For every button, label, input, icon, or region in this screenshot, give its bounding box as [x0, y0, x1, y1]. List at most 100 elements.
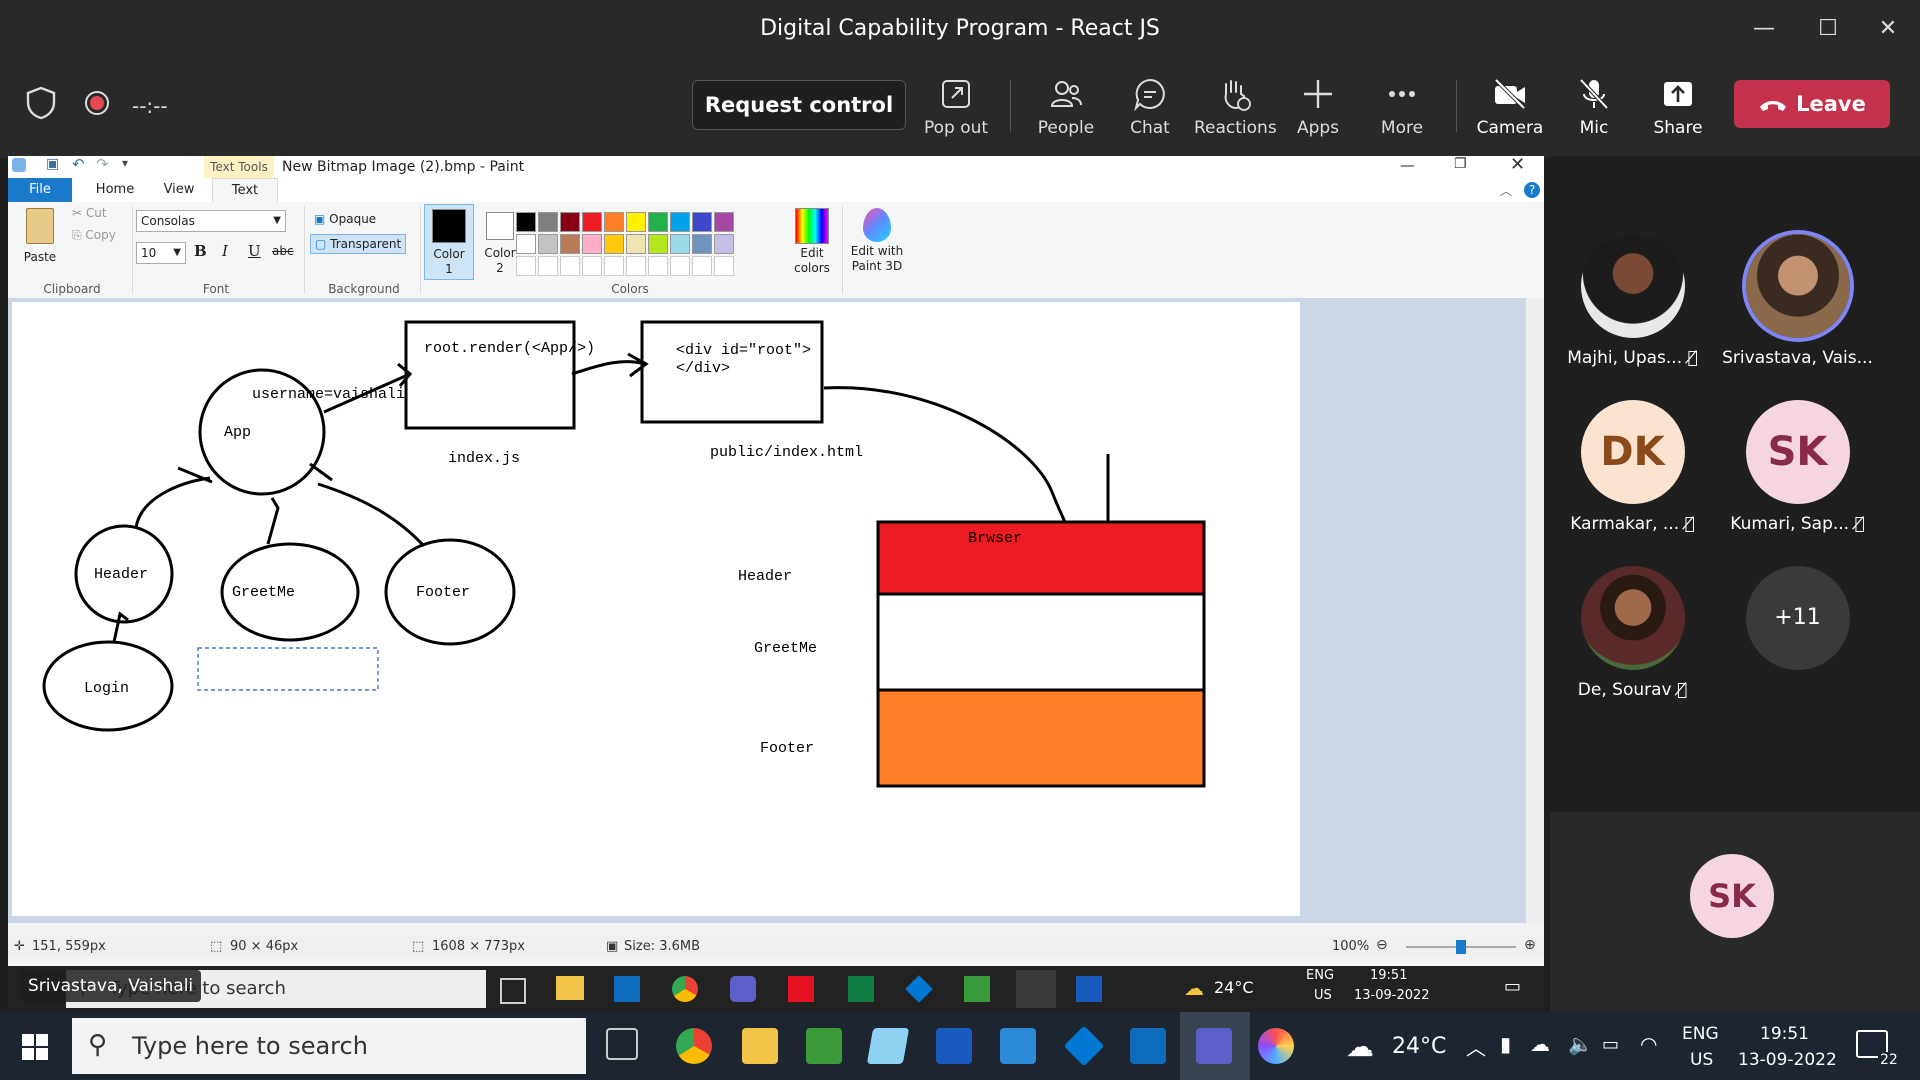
cut-button[interactable]: ✂ Cut [72, 206, 107, 220]
palette-swatch[interactable] [692, 212, 712, 232]
notepad-icon[interactable] [964, 976, 990, 1002]
zoom-out-button[interactable]: ⊖ [1376, 937, 1388, 953]
chrome-icon[interactable] [676, 1028, 712, 1064]
task-view-icon[interactable] [606, 1028, 638, 1060]
self-view-tile[interactable]: SK [1550, 812, 1920, 1012]
palette-swatch[interactable] [582, 234, 602, 254]
bold-button[interactable]: B [194, 242, 207, 260]
word-icon[interactable] [936, 1028, 972, 1064]
edit-with-paint3d-button[interactable]: Edit with Paint 3D [848, 204, 906, 274]
more-participants-button[interactable]: +11 [1715, 566, 1880, 670]
copy-button[interactable]: ⎘ Copy [72, 228, 116, 243]
transparent-button[interactable]: ▢ Transparent [310, 234, 407, 254]
vscode-icon[interactable] [905, 975, 933, 1003]
reactions-button[interactable]: Reactions [1194, 76, 1277, 138]
palette-swatch[interactable] [692, 234, 712, 254]
palette-swatch[interactable] [604, 212, 624, 232]
notes-icon[interactable] [866, 1028, 910, 1064]
font-family-select[interactable]: Consolas ▼ [136, 210, 286, 232]
palette-empty-swatch[interactable] [648, 256, 668, 276]
font-size-select[interactable]: 10 ▼ [136, 242, 186, 264]
paint-canvas[interactable]: App username=vaishali Header GreetMe Foo… [12, 302, 1300, 916]
apps-button[interactable]: Apps [1278, 76, 1358, 138]
excel-icon[interactable] [848, 976, 874, 1002]
paint-minimize-button[interactable]: — [1400, 156, 1415, 174]
tab-text[interactable]: Text [212, 178, 278, 203]
maximize-button[interactable]: ☐ [1808, 14, 1848, 44]
palette-swatch[interactable] [714, 212, 734, 232]
paint-app-icon[interactable] [1258, 1028, 1294, 1064]
underline-button[interactable]: U [248, 242, 261, 260]
palette-swatch[interactable] [670, 234, 690, 254]
zoom-in-button[interactable]: ⊕ [1524, 937, 1536, 953]
word-icon[interactable] [1076, 976, 1102, 1002]
taskbar-search-box[interactable]: ⚲ Type here to search [72, 1018, 586, 1074]
teams-icon[interactable] [730, 976, 756, 1002]
palette-swatch[interactable] [714, 234, 734, 254]
undo-icon[interactable]: ↶ [72, 156, 85, 173]
file-explorer-icon[interactable] [742, 1028, 778, 1064]
palette-empty-swatch[interactable] [538, 256, 558, 276]
palette-swatch[interactable] [648, 212, 668, 232]
camera-button[interactable]: Camera [1470, 76, 1550, 138]
more-button[interactable]: More [1362, 76, 1442, 138]
paste-button[interactable]: Paste [20, 208, 60, 264]
paint-taskbar-icon[interactable] [1016, 970, 1056, 1008]
palette-swatch[interactable] [648, 234, 668, 254]
tab-file[interactable]: File [8, 178, 72, 202]
mic-button[interactable]: Mic [1554, 76, 1634, 138]
tab-home[interactable]: Home [84, 178, 146, 202]
file-explorer-icon[interactable] [556, 976, 584, 1000]
windows-start-icon[interactable] [22, 1034, 48, 1060]
participant-tile[interactable]: De, Sourav 🎙̸ [1550, 566, 1715, 700]
palette-empty-swatch[interactable] [582, 256, 602, 276]
share-button[interactable]: Share [1638, 76, 1718, 138]
palette-swatch[interactable] [560, 234, 580, 254]
people-button[interactable]: People [1026, 76, 1106, 138]
palette-empty-swatch[interactable] [604, 256, 624, 276]
vertical-scrollbar[interactable] [1526, 298, 1544, 923]
leave-button[interactable]: Leave [1734, 80, 1890, 128]
palette-empty-swatch[interactable] [626, 256, 646, 276]
palette-swatch[interactable] [604, 234, 624, 254]
indesign-icon[interactable] [788, 976, 814, 1002]
quick-access-dropdown-icon[interactable]: ▾ [122, 156, 128, 170]
request-control-button[interactable]: Request control [692, 80, 906, 130]
paint-close-button[interactable]: ✕ [1510, 156, 1525, 175]
chat-button[interactable]: Chat [1110, 76, 1190, 138]
participant-tile[interactable]: Srivastava, Vais... [1715, 234, 1880, 368]
chevron-up-icon[interactable]: ︿ [1466, 1032, 1486, 1061]
save-icon[interactable]: ▣ [46, 156, 59, 172]
palette-swatch[interactable] [516, 234, 536, 254]
color1-button[interactable]: Color 1 [424, 204, 474, 280]
tab-view[interactable]: View [150, 178, 208, 202]
palette-swatch[interactable] [582, 212, 602, 232]
photos-icon[interactable] [1000, 1028, 1036, 1064]
teams-taskbar-active[interactable] [1180, 1012, 1250, 1080]
paint-restore-button[interactable]: ❐ [1454, 156, 1467, 172]
palette-empty-swatch[interactable] [560, 256, 580, 276]
palette-empty-swatch[interactable] [714, 256, 734, 276]
strikethrough-button[interactable]: abc [272, 244, 294, 258]
chrome-icon[interactable] [672, 976, 698, 1002]
help-icon[interactable]: ? [1524, 182, 1540, 198]
palette-swatch[interactable] [516, 212, 536, 232]
notepad-icon[interactable] [806, 1028, 842, 1064]
palette-empty-swatch[interactable] [670, 256, 690, 276]
redo-icon[interactable]: ↷ [96, 156, 109, 173]
palette-empty-swatch[interactable] [692, 256, 712, 276]
edit-colors-button[interactable]: Edit colors [788, 204, 836, 276]
palette-swatch[interactable] [560, 212, 580, 232]
palette-swatch[interactable] [538, 212, 558, 232]
palette-empty-swatch[interactable] [516, 256, 536, 276]
palette-swatch[interactable] [626, 212, 646, 232]
palette-swatch[interactable] [626, 234, 646, 254]
pop-out-button[interactable]: Pop out [916, 76, 996, 138]
minimize-button[interactable]: — [1744, 14, 1784, 44]
task-view-icon[interactable] [500, 978, 526, 1004]
outlook-icon[interactable] [614, 976, 640, 1002]
italic-button[interactable]: I [222, 242, 228, 260]
close-button[interactable]: ✕ [1868, 14, 1908, 44]
volume-icon[interactable]: 🔈 [1568, 1032, 1593, 1056]
zoom-slider-thumb[interactable] [1456, 940, 1466, 954]
